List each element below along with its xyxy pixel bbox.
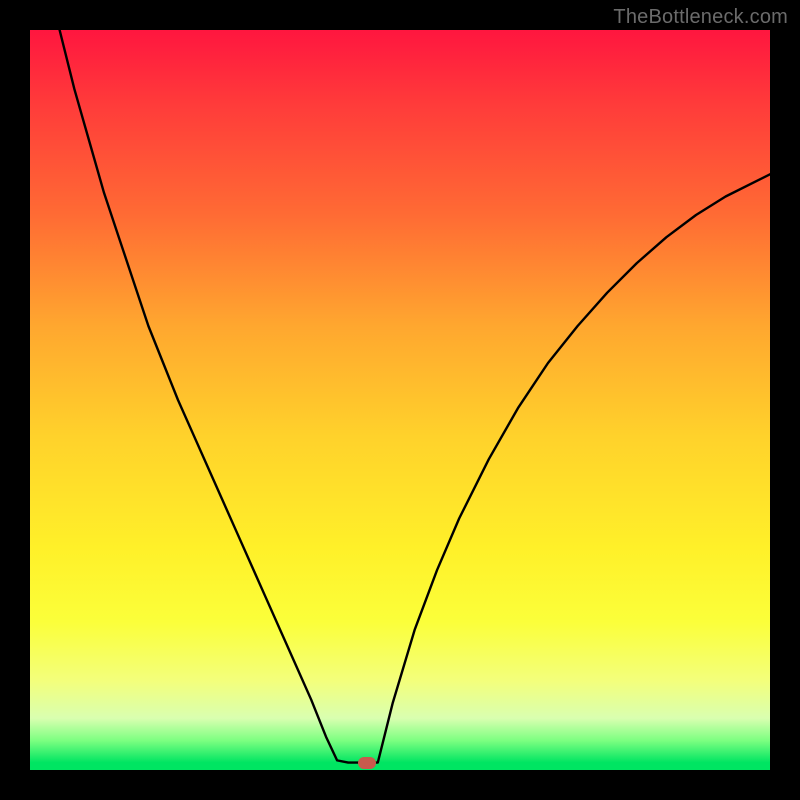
plot-area — [30, 30, 770, 770]
outer-frame: TheBottleneck.com — [0, 0, 800, 800]
optimal-point-marker — [358, 757, 376, 769]
watermark-text: TheBottleneck.com — [613, 6, 788, 29]
curve-path — [60, 30, 770, 763]
bottleneck-curve — [30, 30, 770, 770]
